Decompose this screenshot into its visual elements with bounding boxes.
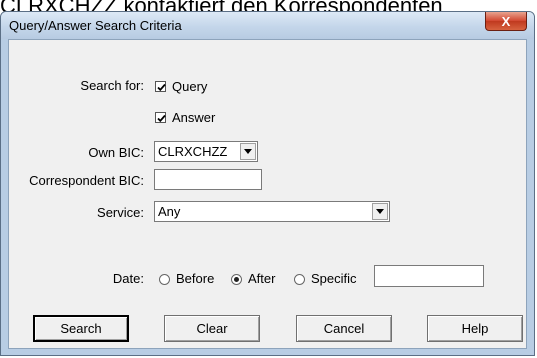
search-for-label: Search for: — [80, 78, 144, 93]
service-dropdown[interactable]: Any — [154, 201, 390, 222]
date-before-radio[interactable] — [159, 274, 170, 285]
answer-checkbox[interactable] — [155, 112, 166, 123]
dialog-window: Query/Answer Search Criteria X Search fo… — [0, 11, 535, 356]
own-bic-dropdown[interactable]: CLRXCHZZ — [154, 141, 258, 162]
search-button[interactable]: Search — [33, 315, 129, 342]
service-dropdown-button[interactable] — [372, 203, 388, 220]
date-label: Date: — [112, 271, 144, 286]
check-icon — [157, 114, 166, 123]
close-button[interactable]: X — [485, 12, 527, 31]
cancel-button[interactable]: Cancel — [296, 315, 392, 342]
date-before-label: Before — [176, 271, 215, 286]
specific-date-input[interactable] — [374, 265, 484, 287]
date-after-label: After — [248, 271, 276, 286]
chevron-down-icon — [244, 149, 252, 154]
dialog-body: Search for: Query Answer Own BIC: CLRXCH… — [8, 39, 527, 349]
help-button[interactable]: Help — [427, 315, 523, 342]
service-label: Service: — [97, 205, 144, 220]
clear-button[interactable]: Clear — [164, 315, 260, 342]
service-value: Any — [158, 204, 181, 219]
correspondent-bic-label: Correspondent BIC: — [29, 173, 144, 188]
check-icon — [157, 83, 166, 92]
answer-label: Answer — [172, 110, 216, 125]
close-icon: X — [501, 13, 511, 29]
date-after-radio[interactable] — [231, 274, 242, 285]
own-bic-value: CLRXCHZZ — [158, 144, 228, 159]
date-specific-radio[interactable] — [294, 274, 305, 285]
title-bar[interactable]: Query/Answer Search Criteria X — [1, 12, 534, 39]
own-bic-dropdown-button[interactable] — [240, 143, 256, 160]
query-label: Query — [172, 79, 208, 94]
own-bic-label: Own BIC: — [88, 145, 144, 160]
date-specific-label: Specific — [311, 271, 357, 286]
chevron-down-icon — [376, 209, 384, 214]
window-title: Query/Answer Search Criteria — [9, 18, 182, 33]
correspondent-bic-input[interactable] — [154, 169, 262, 190]
screen: CLRXCHZZ kontaktiert den Korrespondenten… — [0, 0, 537, 358]
query-checkbox[interactable] — [155, 81, 166, 92]
